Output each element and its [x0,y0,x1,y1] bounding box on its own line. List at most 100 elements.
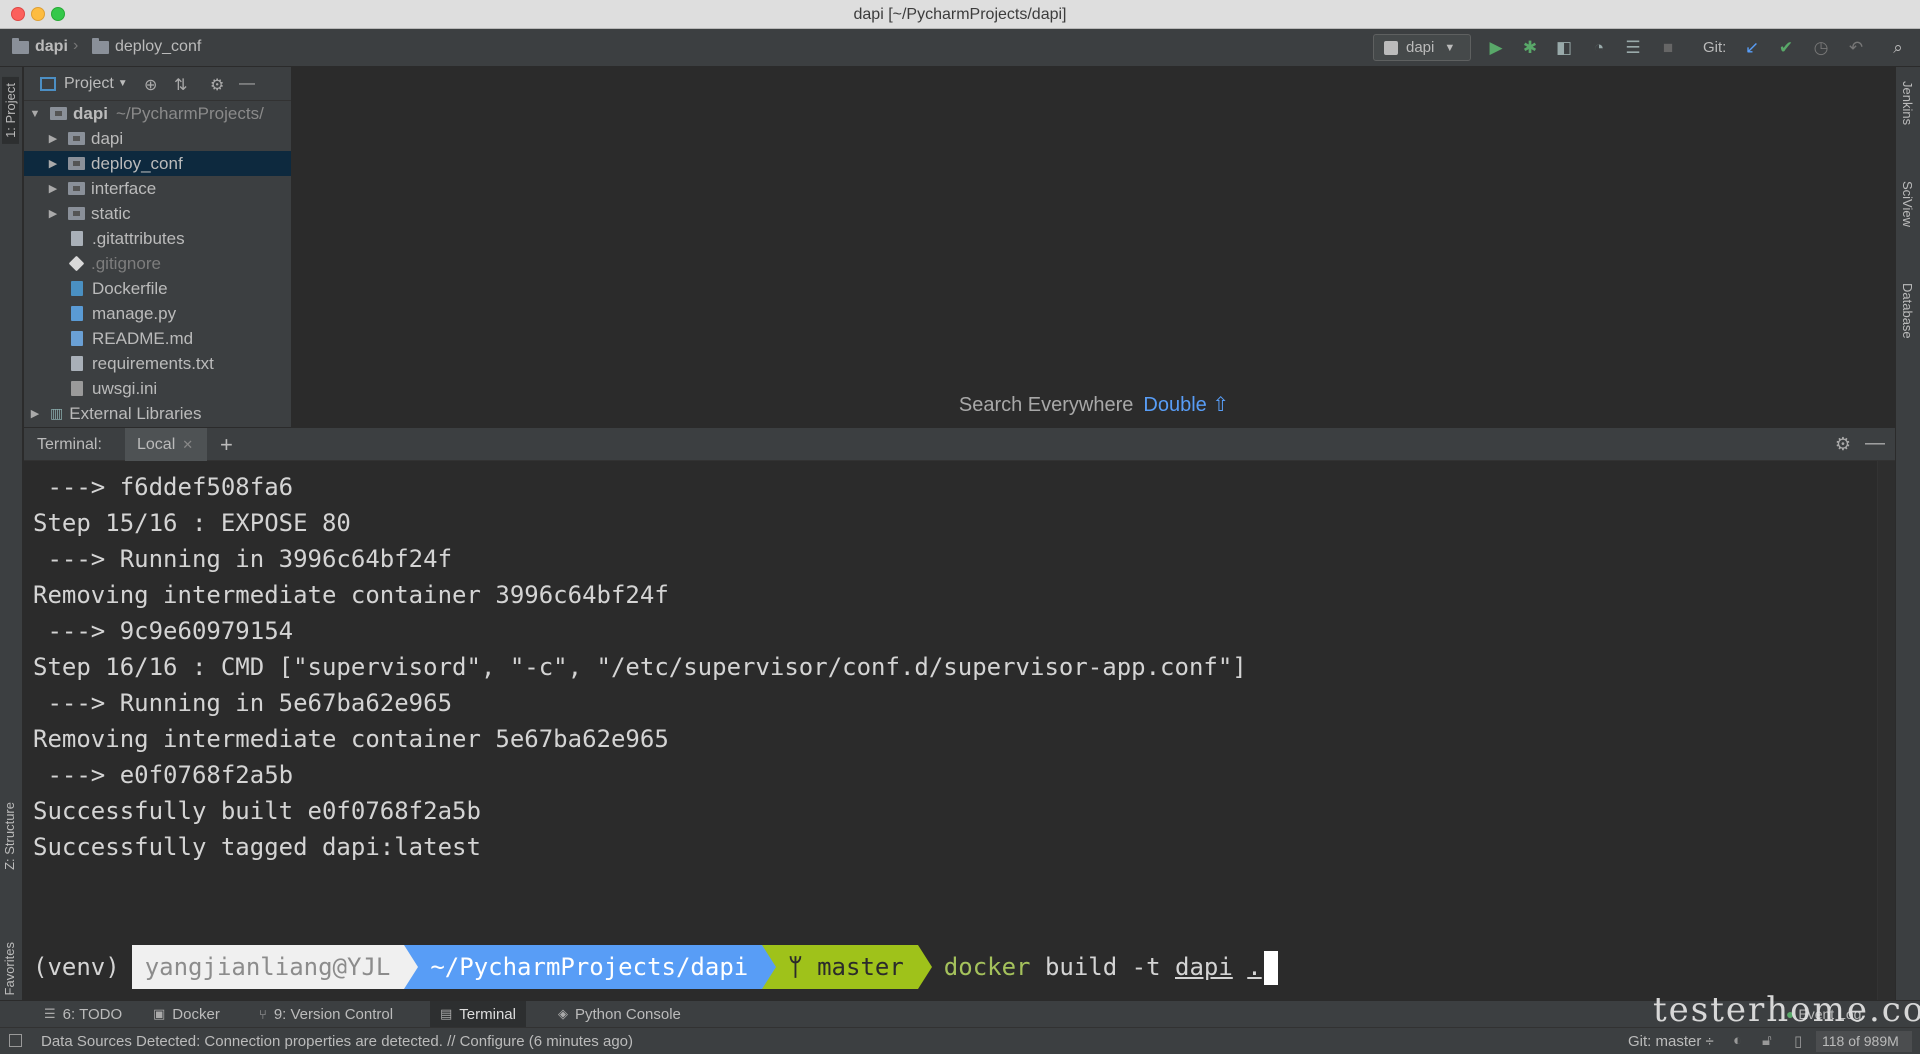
tree-item-label: dapi [91,128,124,148]
coverage-icon[interactable]: ◧ [1554,38,1574,58]
docker-icon: ▣ [153,1006,166,1021]
project-panel: Project ▼ ⊕ ⇅ ⚙ — ▼ dapi ~/PycharmProjec… [24,67,292,427]
run-configuration-label: dapi [1406,39,1435,56]
tab-label: Docker [172,1005,220,1023]
terminal-tab-local[interactable]: Local ✕ [125,428,208,461]
tree-item-deploy-conf[interactable]: ▶ deploy_conf [24,151,291,176]
status-message[interactable]: Data Sources Detected: Connection proper… [41,1033,633,1050]
git-branch-widget[interactable]: Git: master ÷ [1628,1033,1714,1050]
prompt-venv: (venv) [33,953,120,981]
terminal-title: Terminal: [37,436,102,453]
terminal-line: ---> Running in 3996c64bf24f [33,545,453,573]
breadcrumb-separator: › [73,37,79,54]
terminal-line: ---> 9c9e60979154 [33,617,294,645]
tree-item-uwsgi[interactable]: uwsgi.ini [24,376,291,401]
git-update-icon[interactable]: ↙ [1742,38,1762,58]
terminal-line: Step 16/16 : CMD ["supervisord", "-c", "… [33,653,1247,681]
command-args: build -t [1044,953,1161,981]
editor-area[interactable]: Search Everywhere Double ⇧ [293,67,1895,427]
new-terminal-icon[interactable]: + [220,432,233,458]
tab-todo[interactable]: ☰ 6: TODO [34,1001,132,1027]
tree-root-path: ~/PycharmProjects/ [115,103,264,123]
inspection-icon[interactable]: ◐ [1733,1032,1742,1049]
folder-icon [68,157,85,170]
locate-icon[interactable]: ⊕ [144,75,157,95]
git-history-icon[interactable]: ◷ [1811,38,1831,58]
prompt-branch-label: master [817,953,904,981]
tab-project[interactable]: 1: Project [2,77,19,144]
tab-database[interactable]: Database [1900,283,1915,339]
tree-item-dapi[interactable]: ▶ dapi [24,126,291,151]
ini-file-icon [71,381,83,396]
run-configuration-select[interactable]: dapi ▼ [1373,34,1471,61]
memory-indicator[interactable]: 118 of 989M [1816,1031,1912,1052]
tab-jenkins[interactable]: Jenkins [1900,81,1915,125]
notification-icon[interactable]: ▯ [1794,1032,1802,1050]
terminal-scrollbar[interactable] [1877,461,1895,1000]
hide-icon[interactable]: — [239,75,255,93]
tree-item-label: Dockerfile [92,278,168,298]
search-hint-label: Search Everywhere [958,394,1134,416]
breadcrumb-label: deploy_conf [115,38,202,55]
branch-icon: ᛘ [788,953,818,981]
tree-item-manage-py[interactable]: manage.py [24,301,291,326]
project-view-select[interactable]: Project [64,75,114,93]
chevron-down-icon: ▼ [117,78,128,89]
tree-item-external-libraries[interactable]: ▶ ▥ External Libraries [24,401,291,426]
collapse-all-icon[interactable]: ⇅ [174,75,187,95]
folder-icon [50,107,67,120]
lock-icon[interactable]: 🔓︎ [1762,1032,1772,1049]
debug-icon[interactable]: ✱ [1520,38,1540,58]
command-image-arg: dapi [1175,953,1233,981]
folder-icon [68,207,85,220]
prompt-command[interactable]: docker build -t dapi . [918,945,1278,989]
tree-item-requirements[interactable]: requirements.txt [24,351,291,376]
tree-item-gitignore[interactable]: .gitignore [24,251,291,276]
terminal-line: ---> f6ddef508fa6 [33,473,294,501]
tree-item-label: static [91,203,131,223]
toggle-tool-windows-icon[interactable] [9,1034,22,1047]
git-commit-icon[interactable]: ✔ [1776,38,1796,58]
stop-icon[interactable]: ■ [1658,38,1678,58]
gear-icon[interactable]: ⚙ [1835,434,1851,455]
python-icon: ◈ [558,1006,568,1021]
tree-item-static[interactable]: ▶ static [24,201,291,226]
tree-item-interface[interactable]: ▶ interface [24,176,291,201]
shell-prompt[interactable]: (venv) yangjianliang@YJL ~/PycharmProjec… [33,945,1278,989]
expanded-arrow-icon: ▼ [29,107,41,120]
collapsed-arrow-icon: ▶ [48,208,58,220]
title-bar: dapi [~/PycharmProjects/dapi] [0,0,1920,29]
run-icon[interactable]: ▶ [1486,38,1506,58]
close-icon[interactable]: ✕ [182,437,193,453]
hide-icon[interactable]: — [1865,432,1885,455]
breadcrumb-deploy-conf[interactable]: deploy_conf [92,37,202,56]
terminal-output[interactable]: ---> f6ddef508fa6 Step 15/16 : EXPOSE 80… [24,461,1895,1000]
concurrency-icon[interactable]: ☰ [1623,38,1643,58]
tree-item-gitattributes[interactable]: .gitattributes [24,226,291,251]
tab-label: Terminal [459,1005,516,1023]
tab-python-console[interactable]: ◈ Python Console [548,1001,691,1027]
markdown-file-icon [71,331,83,346]
navigation-bar: dapi › deploy_conf dapi ▼ ▶ ✱ ◧ ◔ ☰ ■ Gi… [0,29,1920,67]
tab-sciview[interactable]: SciView [1900,181,1915,227]
collapsed-arrow-icon: ▶ [30,408,40,420]
tree-item-label: README.md [92,328,194,348]
tree-item-readme[interactable]: README.md [24,326,291,351]
prompt-branch: ᛘ master [762,945,932,989]
collapsed-arrow-icon: ▶ [48,183,58,195]
tab-terminal[interactable]: ▤ Terminal [430,1001,526,1027]
search-icon[interactable]: ⌕ [1888,38,1908,58]
profile-icon[interactable]: ◔ [1589,38,1609,58]
tab-version-control[interactable]: ⑂ 9: Version Control [249,1001,403,1027]
tree-item-dockerfile[interactable]: Dockerfile [24,276,291,301]
vcs-icon: ⑂ [259,1006,267,1022]
tab-structure[interactable]: Z: Structure [2,802,17,870]
terminal-line: Successfully tagged dapi:latest [33,833,481,861]
tab-docker[interactable]: ▣ Docker [143,1001,230,1027]
folder-icon [68,182,85,195]
git-revert-icon[interactable]: ↶ [1846,38,1866,58]
gear-icon[interactable]: ⚙ [210,75,224,95]
breadcrumb-dapi[interactable]: dapi [12,37,68,56]
tree-root[interactable]: ▼ dapi ~/PycharmProjects/ [24,101,291,126]
search-everywhere-hint: Search Everywhere Double ⇧ [293,392,1895,417]
